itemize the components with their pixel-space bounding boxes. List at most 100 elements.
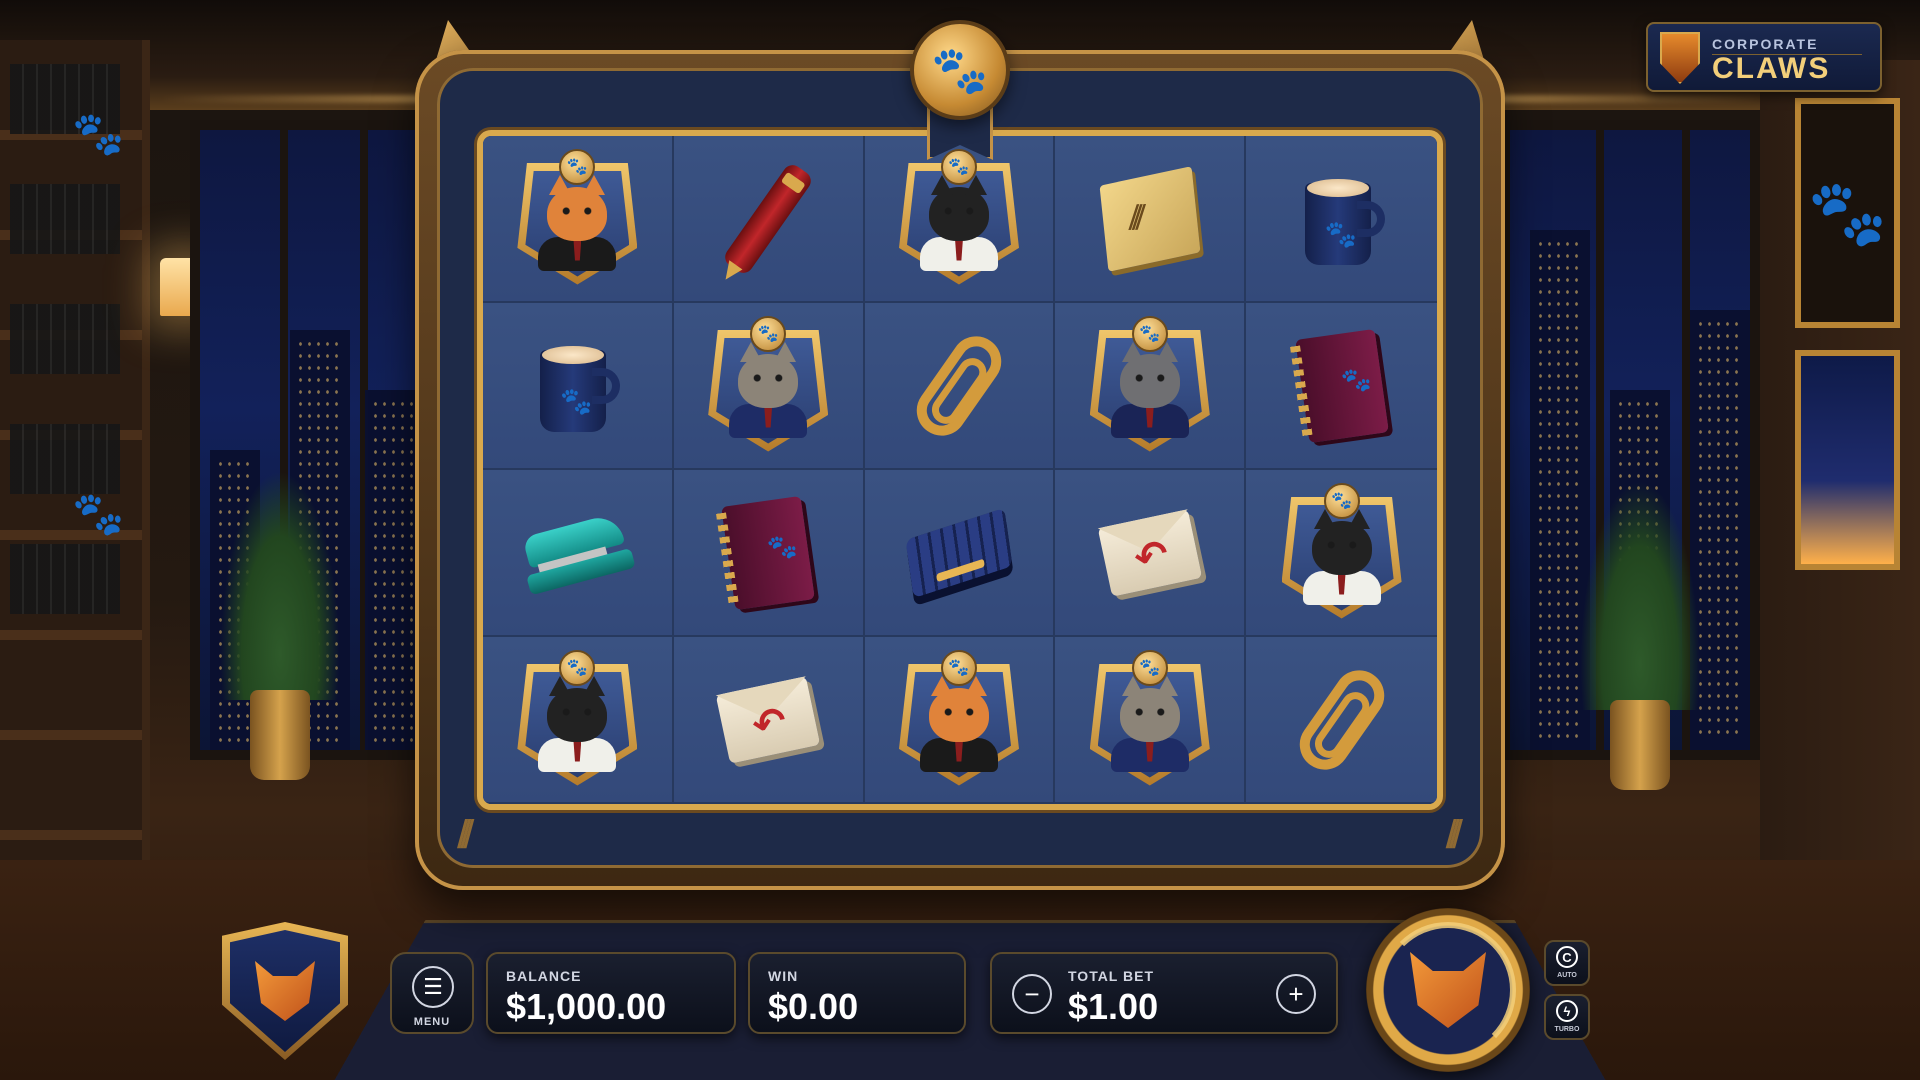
paw-icon: 🐾	[940, 649, 977, 686]
reel-cell: 🐾	[483, 136, 674, 303]
turbo-label: TURBO	[1554, 1026, 1580, 1033]
win-label: WIN	[768, 968, 799, 984]
cat-tuxedo-badge: 🐾	[1278, 482, 1406, 619]
paper-clip-icon	[906, 326, 1012, 445]
city-tower	[365, 390, 420, 750]
bookshelf-left: 🐾 🐾	[0, 40, 150, 860]
game-logo: CORPORATE CLAWS	[1646, 22, 1882, 92]
red-pen-icon	[721, 160, 815, 277]
hamburger-icon: ☰	[412, 966, 454, 1008]
cat-eyes	[559, 707, 596, 716]
book-row	[10, 424, 120, 494]
book-row	[10, 184, 120, 254]
reel-cell: 🐾	[1246, 136, 1437, 303]
autoplay-label: AUTO	[1557, 972, 1577, 979]
paw-icon: 🐾	[1323, 482, 1360, 519]
logo-top-word: CORPORATE	[1712, 36, 1819, 52]
mug-handle	[592, 367, 621, 404]
logo-main-word: CLAWS	[1712, 52, 1831, 85]
increase-bet-button[interactable]: +	[1276, 974, 1316, 1014]
balance-panel: BALANCE $1,000.00	[486, 952, 736, 1034]
slot-machine: /// /// 🐾 🐾 🐾 🐾 🐾 🐾 🐾 🐾 ↶ 🐾 🐾 ↶ 🐾 🐾 🐾	[415, 20, 1505, 895]
city-painting	[1795, 350, 1900, 570]
reel-cell	[673, 136, 865, 303]
reel-cell	[864, 303, 1056, 470]
mug-handle	[1356, 200, 1385, 237]
stapler-icon	[515, 504, 639, 600]
fox-head-icon	[255, 961, 315, 1021]
reel-cell	[483, 470, 674, 637]
plant-pot	[1610, 700, 1670, 790]
reply-arrow-icon: ↶	[1130, 531, 1173, 582]
mug-foam	[542, 345, 605, 364]
planner-icon: 🐾	[721, 495, 816, 610]
cat-boss-orange-badge: 🐾	[513, 148, 641, 285]
spin-button[interactable]	[1366, 908, 1530, 1072]
potted-plant	[220, 460, 340, 780]
paw-icon: 🐾	[560, 385, 593, 416]
paw-icon: 🐾	[559, 649, 596, 686]
reel-grid: 🐾 🐾 🐾 🐾 🐾 🐾 🐾 🐾 ↶ 🐾 🐾 ↶ 🐾 🐾	[483, 136, 1437, 804]
paw-icon: 🐾	[1339, 364, 1373, 396]
menu-label: MENU	[413, 1016, 451, 1028]
paw-icon: 🐾	[765, 531, 800, 563]
claw-sticky-note-icon	[1099, 165, 1201, 272]
lightning-icon: ϟ	[1556, 1000, 1578, 1022]
paw-icon: 🐾	[940, 148, 977, 185]
book-row	[10, 544, 120, 614]
turbo-button[interactable]: ϟ TURBO	[1544, 994, 1590, 1040]
paw-icon: 🐾	[559, 148, 596, 185]
keyboard-icon	[905, 507, 1013, 598]
fox-shield-icon	[1660, 32, 1700, 84]
paw-medallion: 🐾	[910, 20, 1010, 120]
coffee-mug-icon: 🐾	[1299, 171, 1385, 267]
reel-cell: 🐾	[864, 637, 1056, 804]
claw-scratch-icon: ///	[457, 813, 475, 857]
coffee-mug-icon: 🐾	[534, 338, 621, 434]
cat-eyes	[559, 206, 596, 215]
cat-tuxedo-badge: 🐾	[513, 649, 641, 786]
reel-cell: 🐾	[483, 303, 674, 470]
reel-cell: 🐾	[483, 637, 674, 804]
win-panel: WIN $0.00	[748, 952, 966, 1034]
plant-pot	[250, 690, 310, 780]
reply-arrow-icon: ↶	[748, 698, 791, 749]
paper-clip-icon	[1289, 660, 1394, 779]
potted-plant	[1580, 470, 1700, 790]
reel-cell	[1246, 637, 1437, 804]
paw-icon: 🐾	[72, 490, 125, 537]
balance-value: $1,000.00	[506, 986, 667, 1027]
total-bet-panel: − TOTAL BET $1.00 +	[990, 952, 1338, 1034]
cat-eyes	[1131, 707, 1168, 716]
reel-cell: 🐾	[1246, 470, 1437, 637]
reel-cell: 🐾	[1246, 303, 1437, 470]
reel-cell	[864, 470, 1056, 637]
paw-icon: 🐾	[1324, 218, 1357, 249]
paw-icon: 🐾	[1131, 649, 1168, 686]
mug-foam	[1306, 178, 1369, 197]
cat-eyes	[1323, 540, 1360, 549]
reel-cell: 🐾	[864, 136, 1056, 303]
plant-leaves	[1580, 480, 1700, 710]
reel-cell	[1055, 136, 1247, 303]
claw-scratch-icon: ///	[1445, 813, 1464, 857]
decrease-bet-button[interactable]: −	[1012, 974, 1052, 1014]
reel-cell: ↶	[673, 637, 865, 804]
cat-eyes	[750, 373, 787, 382]
cat-boss-orange-badge: 🐾	[895, 649, 1023, 786]
cat-tabby-glasses-badge: 🐾	[1086, 649, 1214, 786]
autoplay-button[interactable]: C AUTO	[1544, 940, 1590, 986]
cat-grey-security-badge: 🐾	[1086, 315, 1214, 452]
paw-painting: 🐾	[1795, 98, 1900, 328]
reel-cell: ↶	[1055, 470, 1247, 637]
envelope-icon: ↶	[1097, 508, 1203, 597]
balance-label: BALANCE	[506, 968, 582, 984]
book-row	[10, 304, 120, 374]
plant-leaves	[220, 470, 340, 700]
paw-icon: 🐾	[1131, 315, 1168, 352]
total-bet-label: TOTAL BET	[1068, 968, 1154, 984]
cat-tuxedo-badge: 🐾	[895, 148, 1023, 285]
paw-icon: 🐾	[72, 110, 125, 157]
menu-button[interactable]: ☰ MENU	[390, 952, 474, 1034]
cat-tabby-glasses-badge: 🐾	[704, 315, 832, 452]
